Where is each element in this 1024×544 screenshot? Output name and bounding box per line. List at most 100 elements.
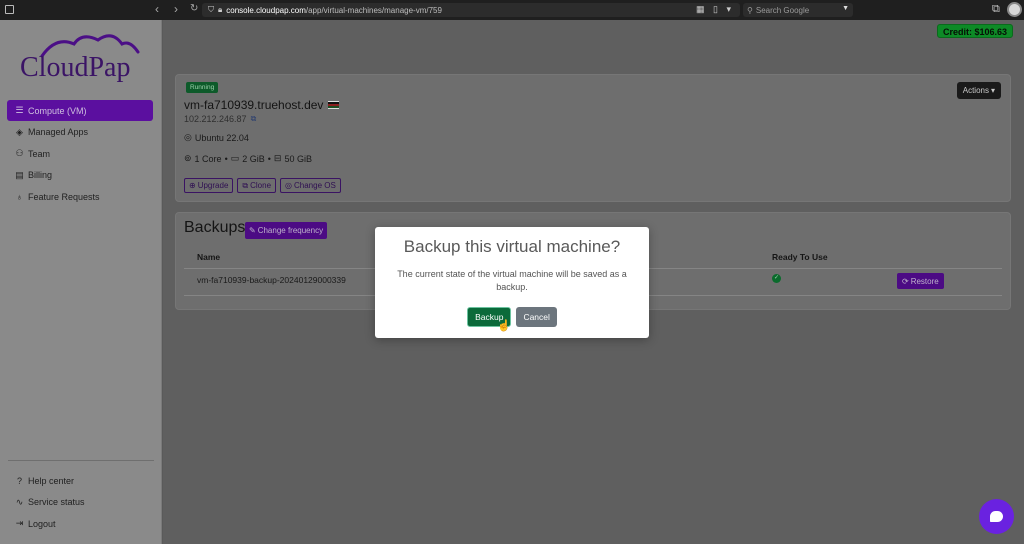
sidebar-item-feature-requests[interactable]: ♁ Feature Requests: [7, 186, 153, 207]
sidebar-item-label: Billing: [28, 170, 53, 180]
activity-icon: ∿: [15, 496, 24, 507]
vm-ram: 2 GiB: [242, 153, 265, 164]
logout-icon: ⇥: [15, 518, 24, 528]
vm-specs: ⊚ 1 Core • ▭ 2 GiB • ⊟ 50 GiB: [184, 153, 312, 164]
sidebar-item-team[interactable]: ⚇ Team: [7, 143, 153, 164]
forward-icon[interactable]: ›: [174, 3, 178, 15]
vm-disk: 50 GiB: [284, 153, 312, 164]
vm-ip: 102.212.246.87 ⧉: [184, 114, 256, 124]
sidebar-bottom-menu: ? Help center ∿ Service status ⇥ Logout: [7, 470, 153, 535]
upgrade-icon: ⊕: [189, 181, 196, 190]
ubuntu-icon: ◎: [285, 181, 292, 190]
search-icon: ⚲: [747, 5, 753, 15]
sidebar-item-label: Service status: [28, 497, 85, 507]
separator-dot: •: [224, 153, 228, 164]
status-badge: Running: [186, 82, 219, 93]
layers-icon: ◈: [16, 126, 23, 137]
url-host: console.cloudpap.com: [226, 5, 306, 15]
sidebar-divider: [8, 460, 154, 461]
restore-button[interactable]: ⟳ Restore: [897, 273, 944, 289]
upgrade-label: Upgrade: [197, 181, 229, 190]
sidebar-item-logout[interactable]: ⇥ Logout: [7, 513, 153, 534]
profile-avatar[interactable]: [1007, 2, 1022, 17]
sidebar-menu: ☰ Compute (VM) ◈ Managed Apps ⚇ Team ▤ B…: [7, 100, 153, 208]
clone-icon: ⧉: [242, 180, 249, 190]
sidebar-item-compute[interactable]: ☰ Compute (VM): [7, 100, 153, 121]
receipt-icon: ▤: [15, 169, 24, 180]
vm-os: ◎ Ubuntu 22.04: [184, 132, 249, 143]
people-icon: ⚇: [15, 148, 24, 158]
clone-button[interactable]: ⧉ Clone: [237, 178, 277, 193]
sidebar-item-label: Managed Apps: [28, 127, 89, 137]
url-bar[interactable]: ⛉ 🔒︎ console.cloudpap.com/app/virtual-ma…: [202, 3, 740, 17]
sidebar-toggle-icon[interactable]: [5, 5, 14, 14]
sidebar-item-help-center[interactable]: ? Help center: [7, 470, 153, 491]
sidebar-item-service-status[interactable]: ∿ Service status: [7, 492, 153, 513]
sidebar-item-label: Feature Requests: [28, 191, 100, 202]
wrench-icon: ✎: [249, 226, 256, 235]
sidebar: CloudPap ☰ Compute (VM) ◈ Managed Apps ⚇…: [0, 20, 162, 544]
change-frequency-label: Change frequency: [257, 226, 324, 235]
dialog-actions: Backup Cancel: [375, 307, 649, 327]
vm-ip-address: 102.212.246.87: [184, 114, 247, 124]
actions-dropdown-button[interactable]: Actions ▾: [956, 82, 1001, 99]
vm-cores: 1 Core: [194, 153, 222, 164]
memory-icon: ▭: [230, 153, 240, 163]
logo[interactable]: CloudPap: [18, 30, 148, 90]
vm-card: Running vm-fa710939.truehost.dev 102.212…: [175, 74, 1011, 202]
column-header-ready: Ready To Use: [772, 252, 828, 262]
sidebar-item-label: Help center: [28, 475, 75, 486]
lock-icon: 🔒︎: [218, 5, 223, 14]
vm-os-label: Ubuntu 22.04: [194, 132, 249, 143]
change-os-button[interactable]: ◎ Change OS: [280, 178, 341, 193]
dialog-body: The current state of the virtual machine…: [397, 269, 627, 292]
search-bar[interactable]: ⚲ Search Google ▼: [743, 3, 853, 17]
reload-icon[interactable]: ↻: [190, 3, 198, 15]
actions-label: Actions: [962, 86, 989, 95]
back-icon[interactable]: ‹: [155, 3, 159, 15]
sidebar-item-label: Logout: [28, 518, 56, 529]
backup-confirm-dialog: Backup this virtual machine? The current…: [375, 227, 649, 338]
credit-badge[interactable]: Credit: $106.63: [936, 24, 1013, 38]
bookmark-icon[interactable]: ▦ ▯ ▾: [696, 4, 734, 15]
restore-icon: ⟳: [902, 276, 909, 286]
kenya-flag-icon: [328, 101, 340, 109]
chat-button[interactable]: [979, 499, 1014, 534]
vm-action-buttons: ⊕ Upgrade ⧉ Clone ◎ Change OS: [184, 178, 341, 193]
backup-name: vm-fa710939-backup-20240129000339: [197, 275, 346, 285]
separator-dot: •: [267, 153, 271, 164]
upgrade-button[interactable]: ⊕ Upgrade: [184, 178, 234, 193]
check-circle-icon: ✓: [772, 274, 781, 283]
cpu-icon: ⊚: [184, 153, 192, 163]
chat-bubble-icon: [990, 511, 1003, 522]
extensions-icon[interactable]: ⧉: [992, 3, 1000, 16]
sidebar-item-billing[interactable]: ▤ Billing: [7, 165, 153, 186]
lightbulb-icon: ♁: [16, 191, 23, 202]
browser-toolbar: ‹ › ↻ ⛉ 🔒︎ console.cloudpap.com/app/virt…: [0, 0, 1024, 20]
sidebar-item-managed-apps[interactable]: ◈ Managed Apps: [7, 122, 153, 143]
clone-label: Clone: [250, 181, 272, 190]
change-frequency-button[interactable]: ✎ Change frequency: [245, 222, 328, 239]
ubuntu-icon: ◎: [184, 132, 192, 142]
caret-down-icon: ▾: [990, 86, 995, 95]
question-icon: ?: [16, 475, 22, 486]
vm-hostname: vm-fa710939.truehost.dev: [184, 98, 324, 112]
disk-icon: ⊟: [273, 153, 282, 163]
copy-icon[interactable]: ⧉: [251, 114, 257, 124]
pointer-cursor-icon: ☝: [497, 320, 511, 332]
search-placeholder: Search Google: [755, 5, 810, 15]
dialog-title: Backup this virtual machine?: [403, 237, 621, 256]
cancel-button[interactable]: Cancel: [516, 307, 557, 327]
restore-label: Restore: [910, 276, 939, 286]
database-icon: ☰: [15, 105, 24, 115]
chevron-down-icon[interactable]: ▼: [842, 5, 849, 12]
vm-name: vm-fa710939.truehost.dev: [184, 98, 340, 112]
column-header-name: Name: [197, 252, 221, 262]
url-path: /app/virtual-machines/manage-vm/759: [305, 5, 442, 15]
sidebar-item-label: Compute (VM): [28, 105, 87, 116]
backups-title: Backups: [184, 219, 246, 236]
sidebar-item-label: Team: [28, 148, 51, 159]
shield-icon: ⛉: [208, 5, 214, 14]
change-os-label: Change OS: [294, 181, 336, 190]
logo-text: CloudPap: [20, 52, 131, 83]
